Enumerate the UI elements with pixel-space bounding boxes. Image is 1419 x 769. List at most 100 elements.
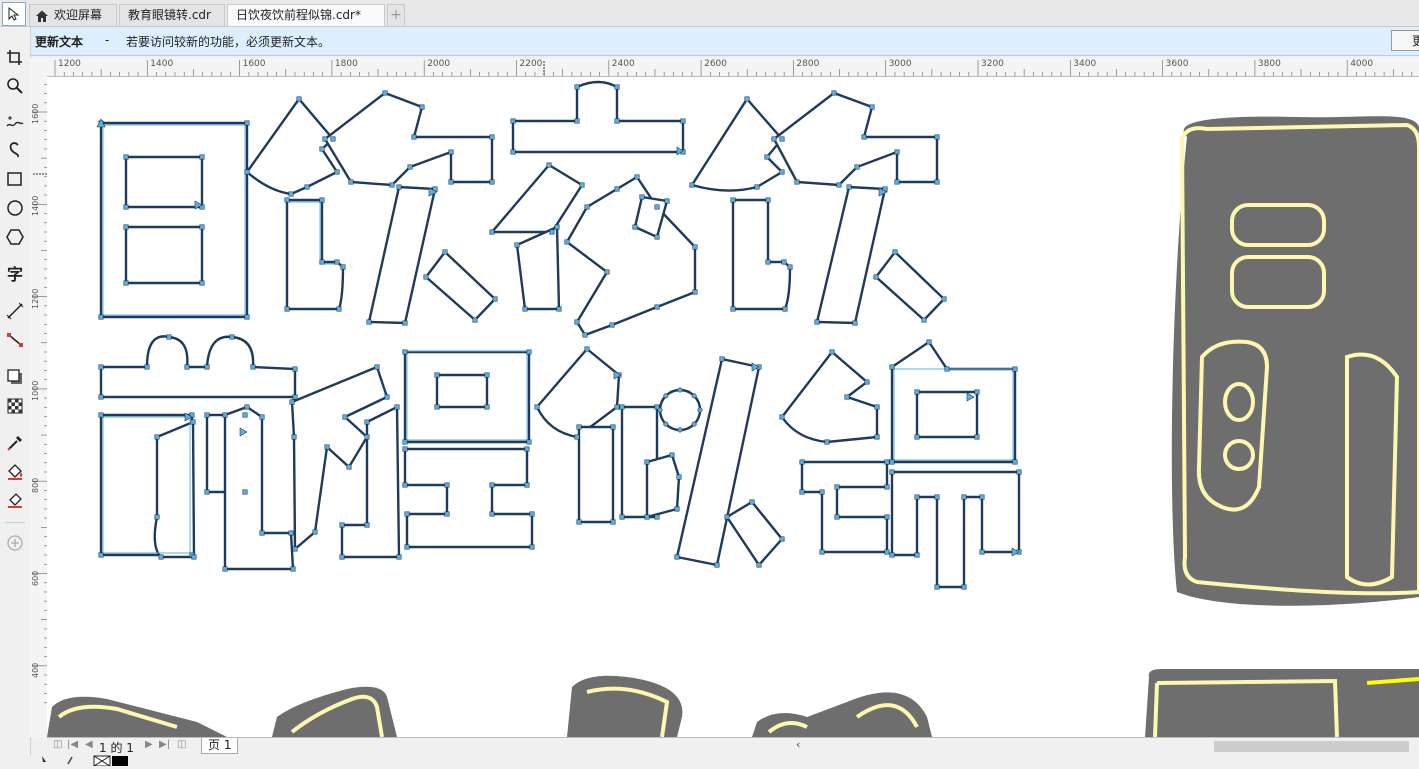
path-node[interactable] [632,224,638,230]
drawing-canvas[interactable] [47,77,1419,737]
path-node[interactable] [489,229,495,235]
path-node[interactable] [434,404,440,410]
path-node[interactable] [669,452,675,458]
path-node[interactable] [654,234,660,240]
path-node[interactable] [336,306,342,312]
path-node[interactable] [657,407,663,413]
path-node[interactable] [250,364,256,370]
path-node[interactable] [529,544,535,550]
path-node[interactable] [664,198,670,204]
path-node[interactable] [242,489,248,495]
path-node[interactable] [779,169,785,175]
path-node[interactable] [191,554,197,560]
vertical-ruler[interactable]: 1600 1400 1200 1000 800 600 400 [30,76,48,737]
path-node[interactable] [574,434,580,440]
path-node[interactable] [884,484,890,490]
next-page-icon[interactable]: ▶ [145,739,153,750]
first-page-icon[interactable]: |◀ [67,739,78,750]
path-node[interactable] [222,566,228,572]
path-node[interactable] [296,96,302,102]
drop-shadow-tool[interactable] [3,365,27,389]
path-node[interactable] [396,554,402,560]
path-node[interactable] [242,412,248,418]
path-node[interactable] [346,464,352,470]
last-page-icon[interactable]: ▶| [159,739,170,750]
path-node[interactable] [489,511,495,517]
path-node[interactable] [781,259,787,265]
crop-tool[interactable] [3,46,27,70]
path-node[interactable] [244,120,250,126]
path-node[interactable] [756,562,762,568]
path-node[interactable] [921,317,927,323]
path-node[interactable] [510,118,516,124]
path-node[interactable] [411,134,417,140]
path-node[interactable] [284,306,290,312]
path-node[interactable] [844,394,850,400]
path-node[interactable] [339,522,345,528]
text-outline-curves[interactable] [99,80,1021,589]
path-node[interactable] [574,319,580,325]
path-node[interactable] [771,136,777,142]
path-node[interactable] [291,434,297,440]
path-node[interactable] [889,469,895,475]
path-node[interactable] [779,136,785,142]
path-node[interactable] [961,494,967,500]
path-node[interactable] [730,306,736,312]
path-node[interactable] [514,242,520,248]
path-node[interactable] [123,154,129,160]
path-node[interactable] [934,494,940,500]
path-node[interactable] [1012,366,1018,372]
path-node[interactable] [934,179,940,185]
smart-fill-tool[interactable] [3,488,27,512]
pick-tool-flyout[interactable] [2,2,26,26]
path-node[interactable] [619,404,625,410]
path-node[interactable] [576,519,582,525]
path-node[interactable] [654,514,660,520]
path-node[interactable] [579,182,585,188]
scroll-left-icon[interactable]: ‹ [796,738,800,751]
path-node[interactable] [448,179,454,185]
path-node[interactable] [364,419,370,425]
path-node[interactable] [489,482,495,488]
path-node[interactable] [526,349,532,355]
path-node[interactable] [522,306,528,312]
path-node[interactable] [944,366,950,372]
path-node[interactable] [765,197,771,203]
path-node[interactable] [304,184,310,190]
path-node[interactable] [852,320,858,326]
path-node[interactable] [448,149,454,155]
interactive-fill-tool[interactable] [3,460,27,484]
new-tab-button[interactable]: + [387,4,405,26]
path-node[interactable] [199,280,205,286]
path-node[interactable] [794,179,800,185]
path-node[interactable] [609,322,615,328]
path-node[interactable] [819,549,825,555]
path-node[interactable] [423,274,429,280]
path-node[interactable] [319,197,325,203]
path-node[interactable] [576,424,582,430]
path-node[interactable] [394,404,400,410]
path-node[interactable] [98,412,104,418]
path-node[interactable] [934,584,940,590]
path-node[interactable] [319,146,325,152]
path-node[interactable] [663,393,669,399]
path-node[interactable] [284,197,290,203]
path-node[interactable] [546,162,552,168]
path-node[interactable] [244,404,250,410]
path-node[interactable] [874,434,880,440]
path-node[interactable] [680,118,686,124]
horizontal-ruler[interactable]: 1200 1400 1600 1800 2000 2200 2400 2600 2800 3000… [47,58,1419,77]
path-node[interactable] [799,459,805,465]
path-node[interactable] [334,169,340,175]
path-node[interactable] [554,224,560,230]
path-node[interactable] [894,149,900,155]
path-node[interactable] [714,562,720,568]
path-node[interactable] [1016,469,1022,475]
path-node[interactable] [402,482,408,488]
path-node[interactable] [184,364,190,370]
path-node[interactable] [979,494,985,500]
path-node[interactable] [396,184,402,190]
path-node[interactable] [510,149,516,155]
path-node[interactable] [874,404,880,410]
path-node[interactable] [204,412,210,418]
